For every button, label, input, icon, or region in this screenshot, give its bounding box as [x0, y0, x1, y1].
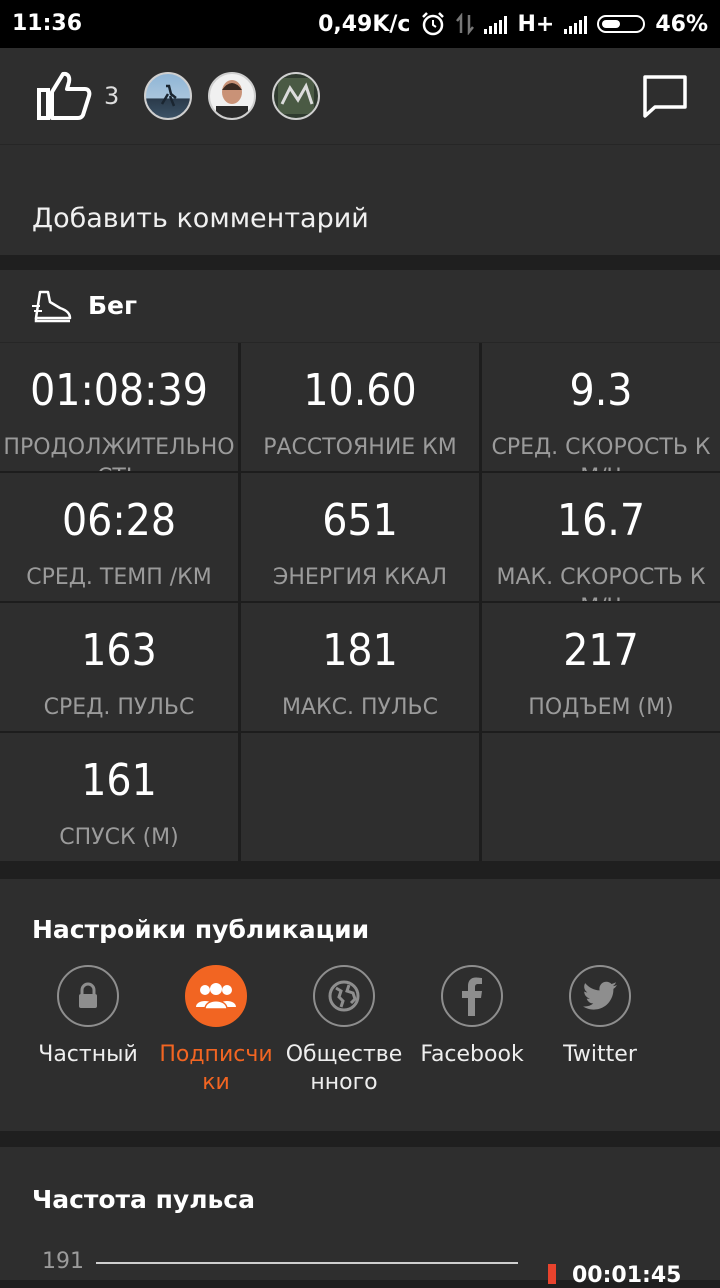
option-label: Twitter [563, 1042, 637, 1067]
heart-rate-marker[interactable] [548, 1264, 556, 1284]
stat-value: 10.60 [303, 365, 417, 416]
stat-label: РАССТОЯНИЕ КМ [263, 435, 457, 460]
stat-value: 16.7 [556, 495, 646, 546]
signal-strength-icon-2 [564, 14, 588, 34]
stat-label: СРЕД. ТЕМП /КМ [26, 565, 212, 590]
social-bar: 3 [0, 48, 720, 145]
like-icon[interactable] [36, 70, 92, 122]
stat-value: 161 [81, 755, 157, 806]
publish-settings-title: Настройки публикации [32, 915, 370, 944]
alarm-icon [422, 12, 445, 36]
heart-rate-time: 00:01:45 [572, 1263, 682, 1288]
stat-value: 217 [563, 625, 639, 676]
privacy-option-public[interactable]: Общественного [280, 965, 408, 1097]
add-comment-placeholder: Добавить комментарий [32, 203, 369, 234]
stat-descent: 161 СПУСК (М) [0, 733, 238, 861]
stat-max-heart-rate: 181 МАКС. ПУЛЬС [241, 603, 479, 731]
activity-header: Бег [0, 270, 720, 343]
stat-max-speed: 16.7 МАК. СКОРОСТЬ КМ/Ч [482, 473, 720, 601]
stat-empty [482, 733, 720, 861]
followers-icon [196, 983, 236, 1010]
option-label: Facebook [420, 1042, 524, 1067]
running-shoe-icon [32, 290, 72, 323]
heart-rate-section: Частота пульса 191 00:01:45 [0, 1147, 720, 1288]
stat-value: 06:28 [61, 495, 177, 546]
option-label: Общественного [285, 1042, 403, 1095]
activity-type: Бег [88, 291, 138, 320]
option-label: Частный [38, 1042, 138, 1067]
avatar[interactable] [144, 72, 192, 120]
stat-label: СПУСК (М) [59, 825, 179, 850]
share-option-facebook[interactable]: Facebook [408, 965, 536, 1069]
facebook-icon [462, 977, 482, 1016]
stat-energy: 651 ЭНЕРГИЯ ККАЛ [241, 473, 479, 601]
twitter-icon [583, 981, 617, 1010]
stat-label: ЭНЕРГИЯ ККАЛ [272, 565, 448, 590]
stat-duration: 01:08:39 ПРОДОЛЖИТЕЛЬНОСТЬ [0, 343, 238, 471]
status-time: 11:36 [12, 11, 83, 36]
net-speed: 0,49K/c [318, 11, 411, 37]
stat-label: ПОДЪЕМ (М) [528, 695, 674, 720]
privacy-option-private[interactable]: Частный [24, 965, 152, 1069]
stat-label: ПРОДОЛЖИТЕЛЬНОСТЬ [3, 435, 235, 471]
signal-strength-icon [484, 14, 508, 34]
add-comment-field[interactable]: Добавить комментарий [0, 145, 720, 255]
stat-empty [241, 733, 479, 861]
status-bar: 11:36 0,49K/c H+ 46% [0, 0, 720, 48]
globe-icon [328, 980, 360, 1012]
share-option-twitter[interactable]: Twitter [536, 965, 664, 1069]
network-type: H+ [517, 11, 555, 37]
battery-percent: 46% [655, 11, 708, 37]
stats-grid: 01:08:39 ПРОДОЛЖИТЕЛЬНОСТЬ 10.60 РАССТОЯ… [0, 343, 720, 861]
comment-icon[interactable] [642, 74, 688, 118]
avatar[interactable] [208, 72, 256, 120]
stat-label: СРЕД. СКОРОСТЬ КМ/Ч [491, 435, 711, 471]
stat-avg-speed: 9.3 СРЕД. СКОРОСТЬ КМ/Ч [482, 343, 720, 471]
heart-rate-gridline [96, 1262, 518, 1264]
privacy-option-followers[interactable]: Подписчики [152, 965, 280, 1097]
stat-value: 01:08:39 [30, 365, 208, 416]
battery-icon [597, 15, 646, 33]
stat-value: 9.3 [569, 365, 633, 416]
lock-icon [79, 982, 97, 1008]
stat-avg-heart-rate: 163 СРЕД. ПУЛЬС [0, 603, 238, 731]
option-label: Подписчики [159, 1042, 273, 1095]
heart-rate-axis-max: 191 [42, 1249, 84, 1274]
stat-value: 181 [322, 625, 398, 676]
avatar[interactable] [272, 72, 320, 120]
stat-label: СРЕД. ПУЛЬС [43, 695, 195, 720]
stat-label: МАКС. ПУЛЬС [282, 695, 438, 720]
data-transfer-icon [456, 13, 475, 35]
publish-settings: Настройки публикации Частный Подписчики [0, 879, 720, 1131]
stat-label: МАК. СКОРОСТЬ КМ/Ч [496, 565, 706, 601]
stat-ascent: 217 ПОДЪЕМ (М) [482, 603, 720, 731]
like-count: 3 [104, 82, 120, 110]
stat-value: 651 [322, 495, 398, 546]
stat-value: 163 [81, 625, 157, 676]
stat-avg-pace: 06:28 СРЕД. ТЕМП /КМ [0, 473, 238, 601]
stat-distance: 10.60 РАССТОЯНИЕ КМ [241, 343, 479, 471]
heart-rate-title: Частота пульса [32, 1185, 255, 1214]
